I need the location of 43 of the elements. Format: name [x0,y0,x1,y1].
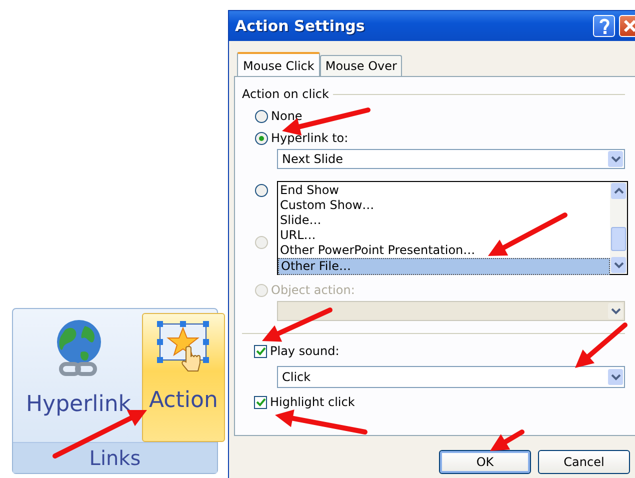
checkbox-label: Play sound: [270,344,340,358]
close-button[interactable] [619,15,635,37]
annotation-arrow [262,308,332,342]
help-icon [598,17,610,35]
checkbox[interactable] [254,344,267,358]
annotation-arrow [490,430,524,451]
tab[interactable]: Mouse Over [320,55,402,76]
dropdown-field[interactable]: Click [277,366,625,388]
radio-button[interactable] [255,132,268,144]
ribbon-button[interactable]: Hyperlink [19,313,138,442]
list-item[interactable]: URL… [278,228,610,243]
chevron-down-icon [610,154,622,164]
radio-label: Object action: [271,283,355,297]
group-label: Links [13,442,217,473]
checkbox-label: Highlight click [270,395,355,409]
chevron-down-icon [612,260,624,270]
chevron-down-icon [610,306,622,316]
list-item[interactable]: End Show [278,183,610,198]
help-button[interactable] [593,15,615,37]
checkbox[interactable] [254,396,267,408]
dialog-button[interactable]: Cancel [538,450,630,474]
list-item[interactable]: Other PowerPoint Presentation… [278,243,610,258]
radio-label: None [271,109,302,123]
radio-button[interactable] [255,110,268,122]
chevron-down-icon [610,372,622,382]
scrollbar-thumb[interactable] [611,227,626,251]
list-item[interactable]: Other File… [278,258,610,275]
ribbon-button[interactable]: Action [142,313,225,442]
radio-label: Hyperlink to: [271,131,348,145]
dropdown-field[interactable]: Next Slide [277,149,625,169]
group-legend: Action on click [242,87,329,101]
radio-button[interactable] [255,184,268,196]
window-title: Action Settings [235,17,366,35]
check-icon [256,346,266,356]
close-icon [622,18,635,34]
list-item[interactable]: Custom Show… [278,198,610,213]
check-icon [256,397,266,407]
annotation-arrow [575,322,628,368]
chevron-up-icon [612,186,624,196]
scrollbar[interactable] [610,182,627,274]
tab[interactable]: Mouse Click [237,52,320,77]
list-item[interactable]: Slide… [278,213,610,228]
dialog-button[interactable]: OK [439,450,531,474]
